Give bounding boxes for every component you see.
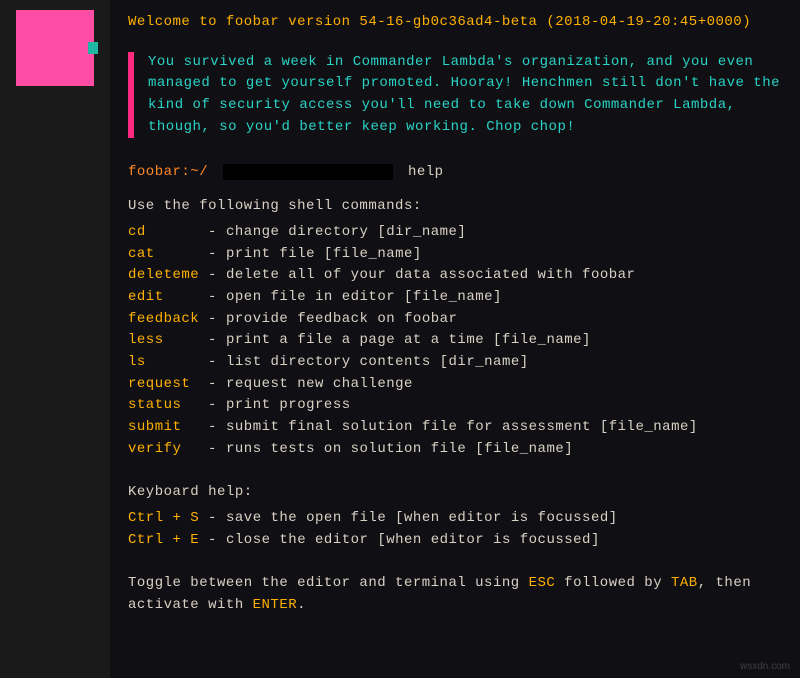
dash: - bbox=[208, 222, 226, 244]
key-combo: Ctrl + E bbox=[128, 530, 208, 552]
footer-text: Toggle between the editor and terminal u… bbox=[128, 575, 529, 591]
command-name: submit bbox=[128, 417, 208, 439]
terminal[interactable]: Welcome to foobar version 54-16-gb0c36ad… bbox=[110, 0, 800, 678]
key-tab: TAB bbox=[671, 575, 698, 591]
footer-text: followed by bbox=[555, 575, 671, 591]
command-desc: runs tests on solution file [file_name] bbox=[226, 439, 573, 461]
command-desc: change directory [dir_name] bbox=[226, 222, 466, 244]
command-desc: delete all of your data associated with … bbox=[226, 265, 635, 287]
prompt-host: foobar:~/ bbox=[128, 164, 208, 180]
dash: - bbox=[208, 395, 226, 417]
command-row: status-print progress bbox=[128, 395, 786, 417]
command-name: edit bbox=[128, 287, 208, 309]
command-row: cat-print file [file_name] bbox=[128, 244, 786, 266]
command-name: cd bbox=[128, 222, 208, 244]
app-root: Welcome to foobar version 54-16-gb0c36ad… bbox=[0, 0, 800, 678]
command-desc: print a file a page at a time [file_name… bbox=[226, 330, 591, 352]
keyboard-row: Ctrl + S-save the open file [when editor… bbox=[128, 508, 786, 530]
dash: - bbox=[208, 330, 226, 352]
dash: - bbox=[208, 309, 226, 331]
command-row: edit-open file in editor [file_name] bbox=[128, 287, 786, 309]
key-esc: ESC bbox=[529, 575, 556, 591]
dash: - bbox=[208, 244, 226, 266]
command-name: cat bbox=[128, 244, 208, 266]
dash: - bbox=[208, 530, 226, 552]
dash: - bbox=[208, 352, 226, 374]
command-desc: provide feedback on foobar bbox=[226, 309, 457, 331]
welcome-line: Welcome to foobar version 54-16-gb0c36ad… bbox=[128, 12, 786, 34]
watermark: wsxdn.com bbox=[740, 661, 790, 672]
command-row: submit-submit final solution file for as… bbox=[128, 417, 786, 439]
command-name: verify bbox=[128, 439, 208, 461]
story-message: You survived a week in Commander Lambda'… bbox=[128, 52, 786, 139]
command-name: request bbox=[128, 374, 208, 396]
prompt-path-redacted bbox=[223, 164, 393, 180]
command-name: feedback bbox=[128, 309, 208, 331]
dash: - bbox=[208, 439, 226, 461]
command-name: less bbox=[128, 330, 208, 352]
prompt-line[interactable]: foobar:~/ help bbox=[128, 162, 786, 184]
command-desc: print progress bbox=[226, 395, 351, 417]
key-enter: ENTER bbox=[253, 597, 298, 613]
help-intro: Use the following shell commands: bbox=[128, 196, 786, 218]
command-list: cd-change directory [dir_name] cat-print… bbox=[128, 222, 786, 461]
command-row: feedback-provide feedback on foobar bbox=[128, 309, 786, 331]
command-row: request-request new challenge bbox=[128, 374, 786, 396]
command-name: deleteme bbox=[128, 265, 208, 287]
footer-text: . bbox=[297, 597, 306, 613]
dash: - bbox=[208, 287, 226, 309]
keyboard-list: Ctrl + S-save the open file [when editor… bbox=[128, 508, 786, 551]
avatar bbox=[16, 10, 94, 86]
dash: - bbox=[208, 508, 226, 530]
dash: - bbox=[208, 417, 226, 439]
command-desc: print file [file_name] bbox=[226, 244, 422, 266]
prompt-command: help bbox=[408, 164, 444, 180]
dash: - bbox=[208, 265, 226, 287]
keyboard-help-title: Keyboard help: bbox=[128, 482, 786, 504]
command-desc: request new challenge bbox=[226, 374, 413, 396]
command-row: less-print a file a page at a time [file… bbox=[128, 330, 786, 352]
key-desc: close the editor [when editor is focusse… bbox=[226, 530, 600, 552]
command-row: ls-list directory contents [dir_name] bbox=[128, 352, 786, 374]
command-desc: submit final solution file for assessmen… bbox=[226, 417, 698, 439]
footer-hint: Toggle between the editor and terminal u… bbox=[128, 573, 786, 616]
command-row: deleteme-delete all of your data associa… bbox=[128, 265, 786, 287]
key-desc: save the open file [when editor is focus… bbox=[226, 508, 618, 530]
command-desc: list directory contents [dir_name] bbox=[226, 352, 529, 374]
command-name: status bbox=[128, 395, 208, 417]
command-row: cd-change directory [dir_name] bbox=[128, 222, 786, 244]
dash: - bbox=[208, 374, 226, 396]
sidebar bbox=[0, 0, 110, 678]
command-name: ls bbox=[128, 352, 208, 374]
key-combo: Ctrl + S bbox=[128, 508, 208, 530]
command-row: verify-runs tests on solution file [file… bbox=[128, 439, 786, 461]
command-desc: open file in editor [file_name] bbox=[226, 287, 502, 309]
avatar-indicator-icon bbox=[88, 42, 98, 54]
keyboard-row: Ctrl + E-close the editor [when editor i… bbox=[128, 530, 786, 552]
